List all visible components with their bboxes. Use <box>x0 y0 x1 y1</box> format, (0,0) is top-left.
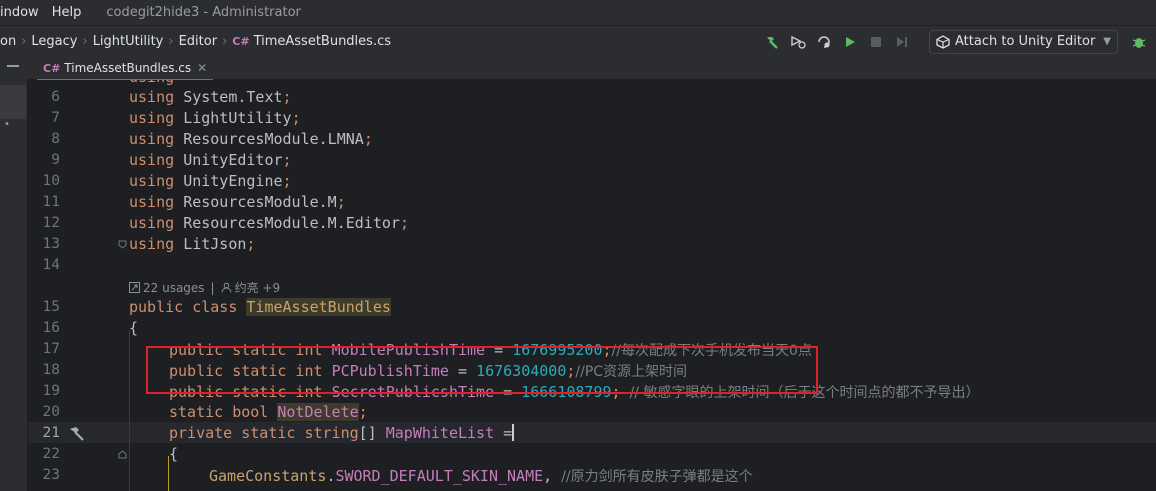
attach-label: Attach to Unity Editor <box>955 34 1096 49</box>
author-label[interactable]: 约亮 +9 <box>235 279 281 296</box>
csharp-file-icon: C# <box>43 61 61 75</box>
line-number: 20 <box>42 404 60 420</box>
code-editor[interactable]: using 6 7 8 9 10 11 12 13 14 15 16 17 18… <box>28 80 1156 491</box>
chevron-right-icon: › <box>222 34 228 49</box>
menu-bar: indow Help codegit2hide3 - Administrator <box>0 0 1156 25</box>
fold-start-icon[interactable] <box>118 450 127 459</box>
line-number: 18 <box>42 362 60 378</box>
usages-icon <box>129 282 140 293</box>
line-number: 7 <box>51 110 60 126</box>
chevron-right-icon: › <box>82 34 88 49</box>
unity-icon <box>936 34 950 49</box>
rerun-icon[interactable] <box>813 31 835 53</box>
code-line-9: using UnityEditor; <box>129 151 292 169</box>
tab-label: TimeAssetBundles.cs <box>64 61 192 75</box>
code-line-5-partial: using <box>129 80 174 86</box>
window-title: codegit2hide3 - Administrator <box>106 5 301 20</box>
line-number: 8 <box>51 131 60 147</box>
code-line-11: using ResourcesModule.M; <box>129 193 346 211</box>
line-number: 13 <box>42 236 60 252</box>
line-number: 15 <box>42 299 60 315</box>
line-number: 10 <box>42 173 60 189</box>
line-number: 9 <box>51 152 60 168</box>
editor-tabs: C# TimeAssetBundles.cs ✕ <box>27 57 1156 81</box>
code-line-10: using UnityEngine; <box>129 172 292 190</box>
code-line-13: using LitJson; <box>129 235 256 253</box>
breadcrumb-item[interactable]: Editor <box>179 34 217 49</box>
minimize-icon[interactable] <box>7 65 19 67</box>
menu-help[interactable]: Help <box>52 5 82 20</box>
line-number: 12 <box>42 215 60 231</box>
breadcrumb-item[interactable]: Legacy <box>31 34 77 49</box>
line-number: 17 <box>42 341 60 357</box>
close-icon[interactable]: ✕ <box>197 61 207 75</box>
indent-guide <box>129 330 130 491</box>
line-number: 22 <box>42 446 60 462</box>
csharp-file-icon: C# <box>232 35 250 48</box>
skip-icon[interactable] <box>891 31 913 53</box>
debug-bug-icon[interactable] <box>1128 31 1150 53</box>
dot-icon: • <box>4 119 10 130</box>
code-line-21: private static string[] MapWhiteList = <box>169 424 515 442</box>
fold-end-icon[interactable] <box>118 240 127 249</box>
code-line-23: GameConstants.SWORD_DEFAULT_SKIN_NAME, /… <box>209 467 753 485</box>
chevron-right-icon: › <box>168 34 174 49</box>
code-line-8: using ResourcesModule.LMNA; <box>129 130 373 148</box>
run-icon[interactable] <box>839 31 861 53</box>
code-vision-hint[interactable]: 22 usages | 约亮 +9 <box>129 279 280 296</box>
tab-timeassetbundles[interactable]: C# TimeAssetBundles.cs ✕ <box>37 57 214 81</box>
line-number-current: 21 <box>42 425 60 441</box>
usages-count[interactable]: 22 usages <box>143 281 205 295</box>
chevron-down-icon: ▼ <box>1103 36 1111 47</box>
code-line-6: using System.Text; <box>129 88 292 106</box>
attach-to-unity-dropdown[interactable]: Attach to Unity Editor ▼ <box>929 29 1118 54</box>
line-number: 6 <box>51 89 60 105</box>
line-number: 19 <box>42 383 60 399</box>
code-line-12: using ResourcesModule.M.Editor; <box>129 214 409 232</box>
code-line-16: { <box>129 319 139 337</box>
run-toolbar: Attach to Unity Editor ▼ <box>759 26 1156 57</box>
breadcrumb-item[interactable]: LightUtility <box>93 34 164 49</box>
hammer-icon[interactable] <box>68 425 86 443</box>
tool-window-selected[interactable] <box>0 85 26 119</box>
breadcrumb-file[interactable]: TimeAssetBundles.cs <box>254 34 391 49</box>
breadcrumb-item[interactable]: on <box>0 34 16 49</box>
navigation-bar: on › Legacy › LightUtility › Editor › C#… <box>0 25 1156 57</box>
annotation-highlight-box <box>146 346 818 394</box>
code-line-22: { <box>169 445 179 463</box>
code-line-15: public class TimeAssetBundles <box>129 298 391 316</box>
code-line-7: using LightUtility; <box>129 109 301 127</box>
line-number: 11 <box>42 194 60 210</box>
chevron-right-icon: › <box>21 34 27 49</box>
line-number: 14 <box>42 257 60 273</box>
code-line-20: static bool NotDelete; <box>169 403 368 421</box>
attach-debugger-icon[interactable] <box>787 31 809 53</box>
tool-window-strip: • <box>0 57 28 491</box>
menu-window[interactable]: indow <box>0 5 39 20</box>
stop-icon[interactable] <box>865 31 887 53</box>
line-number: 23 <box>42 467 60 483</box>
author-icon <box>221 282 232 293</box>
line-number: 16 <box>42 320 60 336</box>
build-hammer-icon[interactable] <box>761 31 783 53</box>
text-caret <box>512 424 515 441</box>
